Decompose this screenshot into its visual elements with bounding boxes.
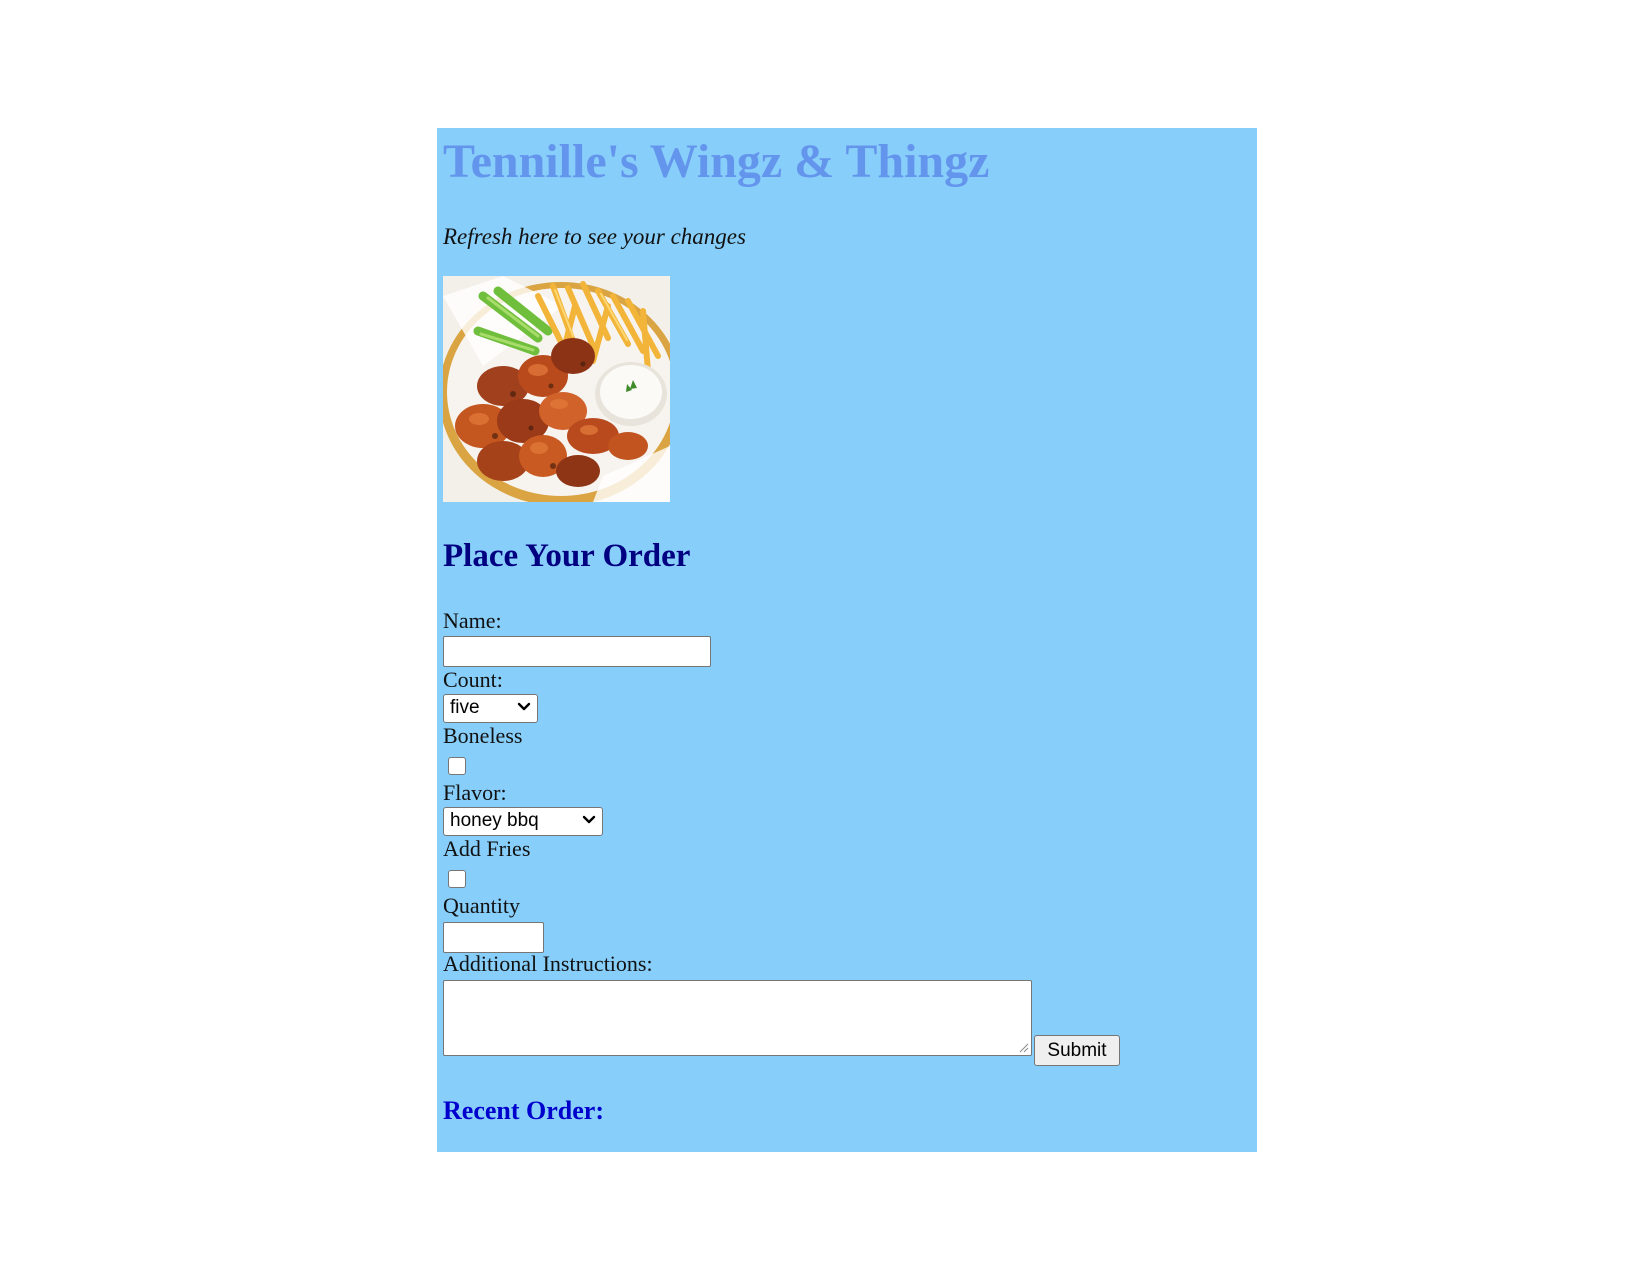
submit-button[interactable]: Submit xyxy=(1034,1035,1120,1066)
quantity-label: Quantity xyxy=(443,893,520,918)
count-select[interactable]: five xyxy=(443,694,538,723)
add-fries-checkbox[interactable] xyxy=(448,870,466,888)
count-label: Count: xyxy=(443,667,503,692)
flavor-select[interactable]: honey bbq xyxy=(443,807,603,836)
recent-order-heading: Recent Order: xyxy=(443,1096,604,1125)
instructions-textarea[interactable] xyxy=(443,980,1032,1056)
refresh-hint: Refresh here to see your changes xyxy=(443,224,746,249)
resize-grip-icon[interactable] xyxy=(1017,1041,1029,1053)
count-selected-value: five xyxy=(450,697,480,718)
main-panel: Tennille's Wingz & Thingz Refresh here t… xyxy=(437,128,1257,1152)
flavor-label: Flavor: xyxy=(443,780,507,805)
chevron-down-icon xyxy=(582,815,596,824)
boneless-checkbox[interactable] xyxy=(448,757,466,775)
name-label: Name: xyxy=(443,608,502,633)
site-title: Tennille's Wingz & Thingz xyxy=(443,135,990,188)
flavor-selected-value: honey bbq xyxy=(450,810,539,831)
boneless-label: Boneless xyxy=(443,723,523,748)
place-order-heading: Place Your Order xyxy=(443,538,691,574)
add-fries-label: Add Fries xyxy=(443,836,531,861)
instructions-label: Additional Instructions: xyxy=(443,951,653,976)
wings-photo xyxy=(443,276,670,502)
chevron-down-icon xyxy=(517,702,531,711)
name-input[interactable] xyxy=(443,636,711,667)
quantity-input[interactable] xyxy=(443,922,544,953)
